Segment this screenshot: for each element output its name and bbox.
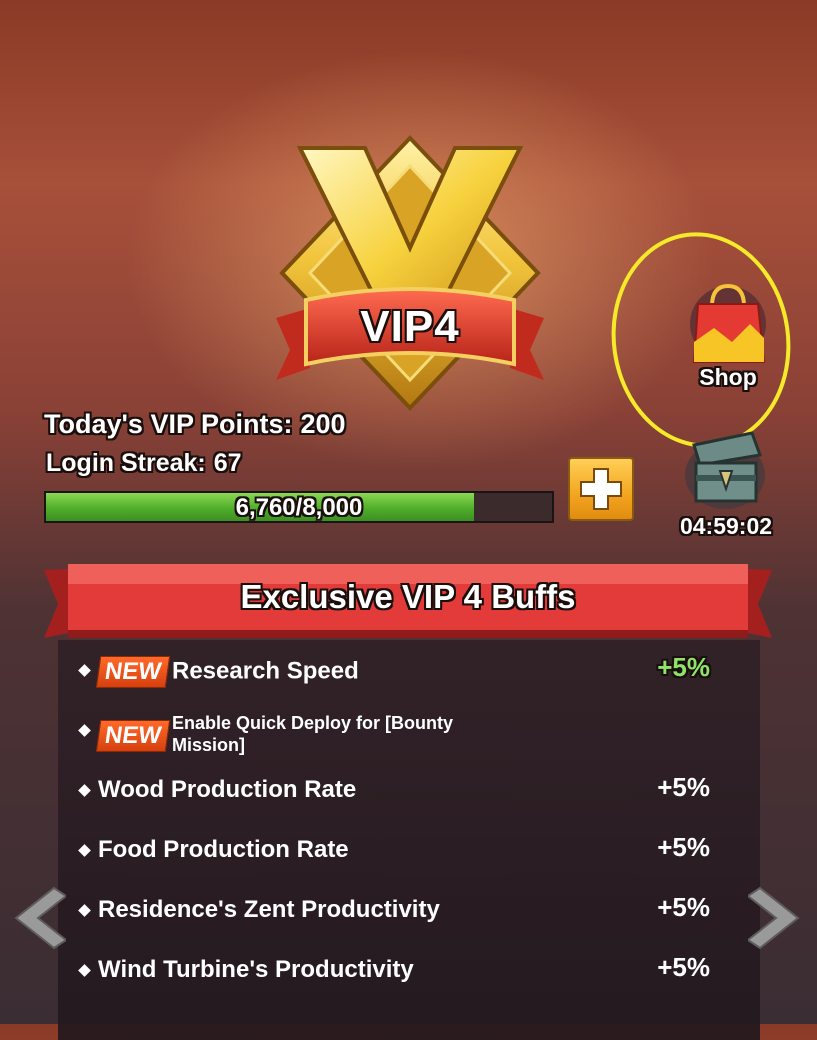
buff-value: +5% <box>657 892 710 922</box>
login-streak-value: 67 <box>213 449 242 477</box>
buff-label: Food Production Rate <box>98 836 349 863</box>
treasure-chest-icon[interactable] <box>682 425 768 511</box>
buff-value: +5% <box>657 952 710 982</box>
buff-label: Wood Production Rate <box>98 776 357 803</box>
vip-progress-text: 6,760/8,000 <box>235 494 363 521</box>
add-vip-points-button[interactable] <box>568 457 634 521</box>
previous-arrow-icon[interactable] <box>14 886 66 950</box>
bullet-icon <box>78 724 91 737</box>
plus-icon <box>580 468 622 510</box>
vip-points-label: Today's VIP Points: <box>44 409 293 439</box>
vip-points-stat: Today's VIP Points: 200 <box>44 409 346 440</box>
new-tag: NEW <box>95 656 171 688</box>
buff-label: Residence's Zent Productivity <box>98 896 440 923</box>
highlight-circle-annotation <box>597 220 805 460</box>
vip-level-label: VIP4 <box>360 302 460 351</box>
new-tag: NEW <box>95 720 171 752</box>
next-arrow-icon[interactable] <box>748 886 800 950</box>
login-streak-stat: Login Streak: 67 <box>46 449 242 478</box>
vip-badge-emblem <box>276 135 544 411</box>
buff-value: +5% <box>657 772 710 802</box>
buff-value: +5% <box>657 652 710 682</box>
buff-value: +5% <box>657 832 710 862</box>
login-streak-label: Login Streak: <box>46 449 206 477</box>
buff-row: NEW Enable Quick Deploy for [Bounty Missi… <box>78 710 720 760</box>
buff-label: Research Speed <box>172 657 359 685</box>
vip-points-value: 200 <box>300 409 346 439</box>
buffs-title: Exclusive VIP 4 Buffs <box>240 578 576 615</box>
vip-progress-bar: 6,760/8,000 <box>44 491 554 523</box>
chest-timer: 04:59:02 <box>679 513 773 539</box>
buff-label: Enable Quick Deploy for [Bounty Mission] <box>172 713 454 755</box>
buff-label: Wind Turbine's Productivity <box>98 956 414 983</box>
